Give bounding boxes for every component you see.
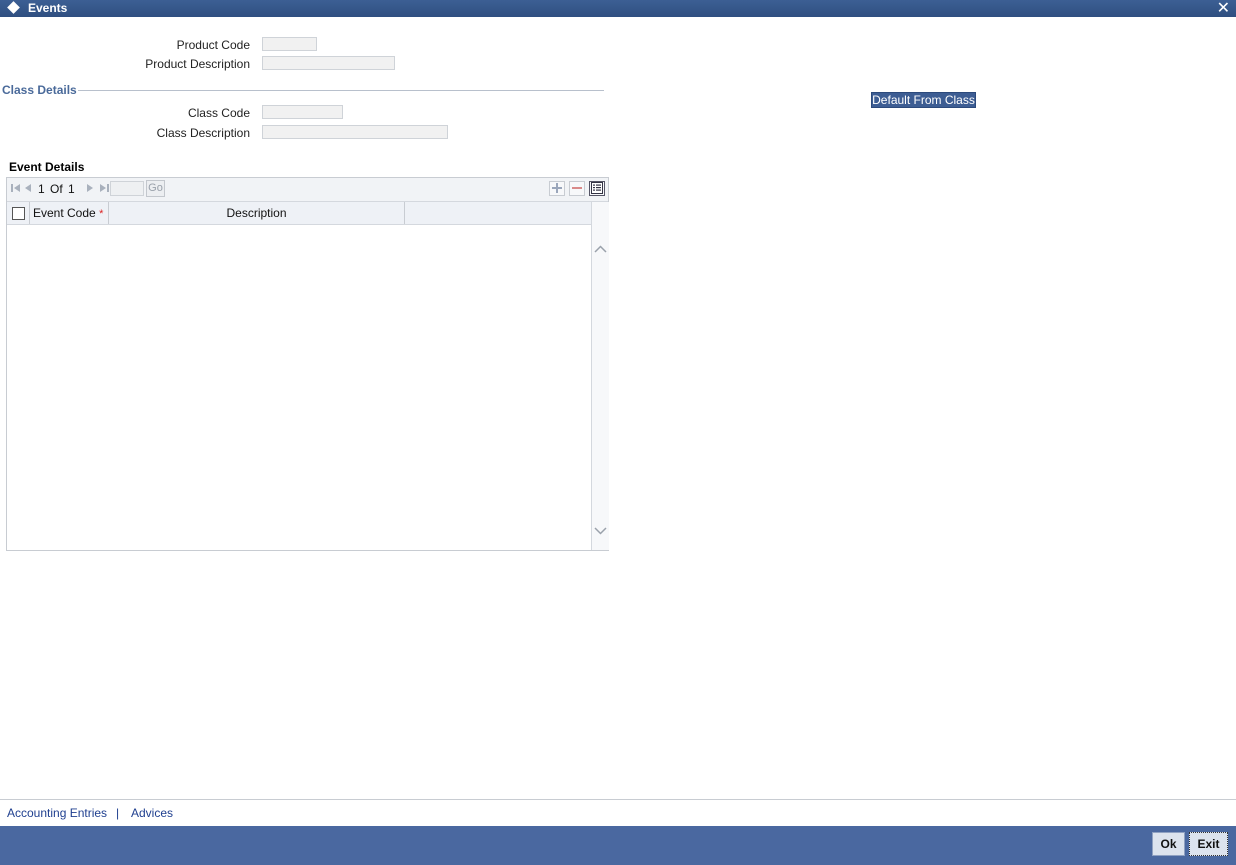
- product-description-label: Product Description: [145, 57, 250, 71]
- link-separator: |: [116, 806, 120, 820]
- event-details-title: Event Details: [9, 160, 85, 174]
- next-page-icon[interactable]: [85, 182, 95, 197]
- close-icon[interactable]: ✕: [1217, 0, 1230, 18]
- event-code-header[interactable]: Event Code *: [33, 202, 103, 224]
- accounting-entries-link[interactable]: Accounting Entries: [7, 806, 107, 820]
- ok-button[interactable]: Ok: [1152, 832, 1185, 856]
- select-all-checkbox[interactable]: [12, 207, 25, 220]
- column-divider: [404, 202, 405, 224]
- class-code-input[interactable]: [262, 105, 343, 119]
- previous-page-icon[interactable]: [23, 182, 33, 197]
- product-description-input[interactable]: [262, 56, 395, 70]
- bottom-links-bar: Accounting Entries | Advices: [0, 799, 1236, 827]
- class-code-label: Class Code: [187, 106, 250, 120]
- page-of-label: Of: [50, 182, 63, 196]
- footer-bar: Ok Exit: [0, 826, 1236, 865]
- product-code-input[interactable]: [262, 37, 317, 51]
- required-marker: *: [99, 208, 104, 220]
- go-button[interactable]: Go: [146, 180, 165, 197]
- class-description-input[interactable]: [262, 125, 448, 139]
- product-code-label: Product Code: [176, 38, 250, 52]
- first-page-icon[interactable]: [10, 182, 22, 197]
- class-description-label: Class Description: [156, 126, 250, 140]
- class-details-divider: [78, 90, 604, 91]
- current-page: 1: [38, 182, 45, 196]
- advices-link[interactable]: Advices: [131, 806, 173, 820]
- title-bar: Events ✕: [0, 0, 1236, 17]
- delete-row-icon[interactable]: [569, 181, 585, 196]
- description-header[interactable]: Description: [109, 202, 404, 224]
- grid-vertical-scrollbar[interactable]: [591, 202, 609, 550]
- exit-button[interactable]: Exit: [1189, 832, 1228, 856]
- class-details-title: Class Details: [2, 83, 77, 97]
- single-view-icon[interactable]: [589, 181, 605, 196]
- scroll-up-icon[interactable]: [594, 243, 607, 256]
- event-details-grid: 1 Of 1 Go Event Code * Description: [6, 177, 609, 551]
- page-number-input[interactable]: [110, 181, 144, 196]
- window-title: Events: [28, 1, 68, 15]
- default-from-class-button[interactable]: Default From Class: [871, 92, 976, 108]
- scroll-down-icon[interactable]: [594, 524, 607, 537]
- add-row-icon[interactable]: [549, 181, 565, 196]
- column-divider: [29, 202, 30, 224]
- total-pages: 1: [68, 182, 75, 196]
- grid-toolbar: 1 Of 1 Go: [7, 178, 608, 202]
- event-code-header-label: Event Code: [33, 206, 96, 220]
- grid-header-row: Event Code * Description: [7, 202, 591, 225]
- window-diamond-icon: [7, 1, 20, 14]
- last-page-icon[interactable]: [98, 182, 110, 197]
